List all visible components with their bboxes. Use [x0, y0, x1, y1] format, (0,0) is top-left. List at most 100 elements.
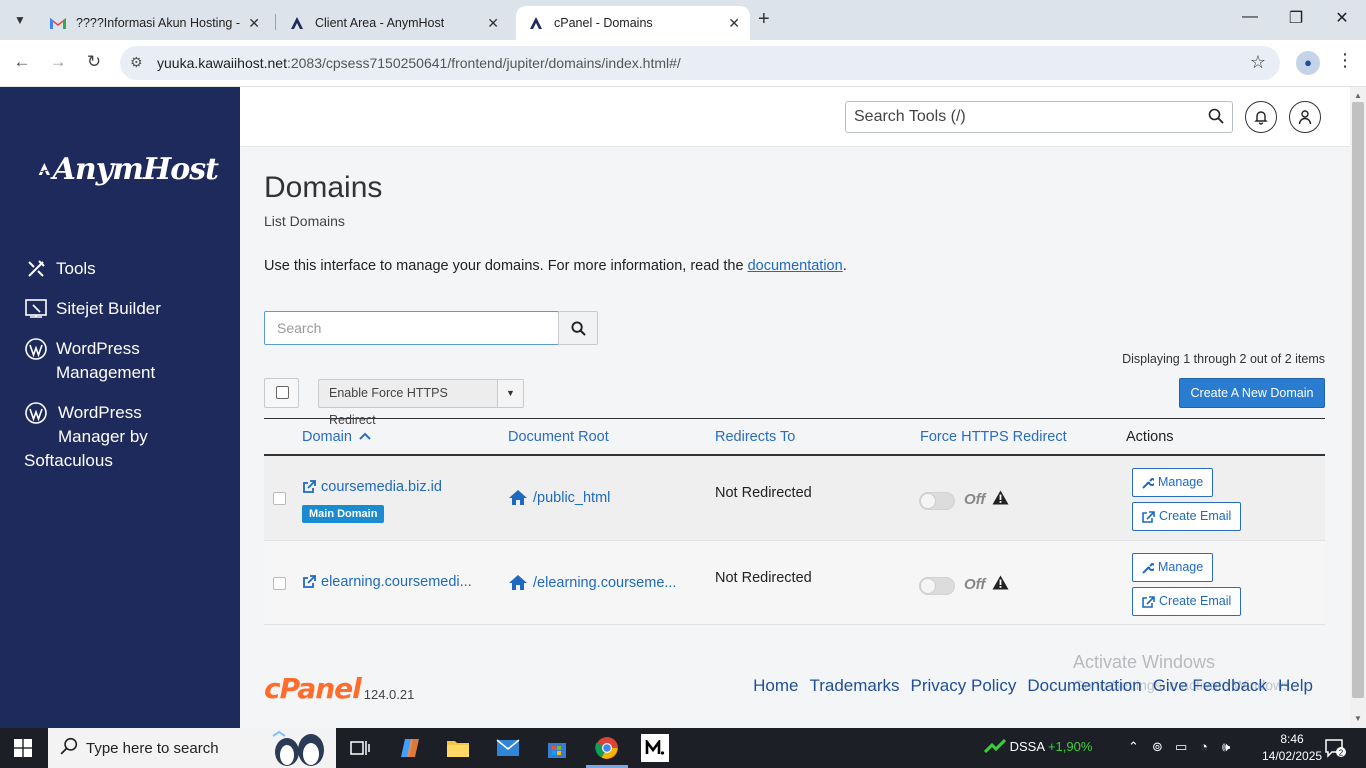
- sidebar-item-label: Sitejet Builder: [56, 299, 161, 318]
- file-explorer-icon[interactable]: [444, 734, 472, 762]
- create-email-button[interactable]: Create Email: [1132, 502, 1242, 531]
- row-checkbox[interactable]: [273, 577, 286, 590]
- bulk-force-https-button[interactable]: Enable Force HTTPS Redirect: [318, 379, 498, 427]
- bookmark-star-icon[interactable]: ☆: [1250, 52, 1266, 73]
- search-icon: [570, 320, 586, 336]
- tab-search-button[interactable]: ▼: [10, 10, 30, 30]
- network-icon[interactable]: ◔: [1200, 739, 1208, 754]
- toggle-state-label: Off: [964, 576, 986, 593]
- document-root-link[interactable]: /public_html: [508, 489, 610, 506]
- back-icon[interactable]: ←: [10, 52, 34, 72]
- column-header-document-root[interactable]: Document Root: [508, 429, 609, 445]
- forward-icon[interactable]: →: [46, 52, 70, 72]
- redirect-value: Not Redirected: [715, 485, 812, 501]
- home-icon: [509, 575, 527, 590]
- create-email-button[interactable]: Create Email: [1132, 587, 1242, 616]
- page-scrollbar[interactable]: ▲ ▼: [1350, 87, 1366, 728]
- meet-now-icon[interactable]: ⊚: [1152, 739, 1163, 755]
- close-tab-icon[interactable]: ✕: [248, 15, 260, 32]
- footer-link-help[interactable]: Help: [1278, 676, 1313, 696]
- notifications-bell-icon[interactable]: [1245, 101, 1277, 133]
- row-checkbox[interactable]: [273, 492, 286, 505]
- close-tab-icon[interactable]: ✕: [487, 15, 499, 32]
- close-tab-icon[interactable]: ✕: [728, 15, 740, 32]
- system-clock[interactable]: 8:46 14/02/2025: [1262, 731, 1322, 765]
- battery-icon[interactable]: ▭: [1175, 739, 1187, 755]
- sidebar-item-label-continuation[interactable]: Softaculous: [24, 449, 113, 473]
- site-info-icon[interactable]: ⚙: [130, 54, 143, 71]
- domain-search-field[interactable]: [264, 311, 559, 345]
- create-domain-button[interactable]: Create A New Domain: [1179, 378, 1325, 408]
- document-root-link[interactable]: /elearning.courseme...: [508, 574, 676, 591]
- sidebar-item-wordpress-management[interactable]: WordPress Management: [24, 337, 155, 385]
- footer-link-documentation[interactable]: Documentation: [1027, 676, 1141, 696]
- manage-button[interactable]: Manage: [1132, 553, 1214, 582]
- sidebar-item-label: WordPress Management: [56, 337, 155, 385]
- scroll-down-icon[interactable]: ▼: [1354, 714, 1362, 723]
- column-header-force-https[interactable]: Force HTTPS Redirect: [920, 429, 1067, 445]
- manage-button[interactable]: Manage: [1132, 468, 1214, 497]
- stock-widget[interactable]: DSSA +1,90%: [983, 738, 1093, 754]
- profile-icon[interactable]: ●: [1296, 51, 1320, 75]
- user-account-icon[interactable]: [1289, 101, 1321, 133]
- url-text[interactable]: yuuka.kawaiihost.net:2083/cpsess71502506…: [157, 55, 681, 71]
- reload-icon[interactable]: ↻: [82, 52, 106, 72]
- sidebar-item-sitejet[interactable]: Sitejet Builder: [24, 297, 161, 321]
- medium-app-icon[interactable]: [641, 734, 669, 762]
- copilot-icon[interactable]: [396, 734, 424, 762]
- anymhost-logo[interactable]: AnymHost: [38, 147, 219, 191]
- tab-cpanel-domains[interactable]: cPanel - Domains ✕: [516, 6, 750, 40]
- search-icon[interactable]: [1208, 108, 1224, 129]
- column-header-redirects-to[interactable]: Redirects To: [715, 429, 795, 445]
- volume-icon[interactable]: 🕪: [1222, 739, 1230, 755]
- footer-link-privacy[interactable]: Privacy Policy: [911, 676, 1017, 696]
- search-tools-input[interactable]: [846, 102, 1186, 132]
- external-link-icon: [1142, 595, 1155, 608]
- domain-link[interactable]: coursemedia.biz.id: [302, 479, 442, 495]
- warning-icon[interactable]: [992, 575, 1009, 595]
- intro-sentence: Use this interface to manage your domain…: [264, 258, 748, 274]
- close-window-icon[interactable]: ✕: [1322, 8, 1362, 28]
- bulk-action-dropdown-toggle[interactable]: ▼: [498, 379, 524, 408]
- footer-links: Home Trademarks Privacy Policy Documenta…: [742, 676, 1313, 696]
- sidebar-item-wordpress-manager[interactable]: WordPress Manager by: [24, 401, 148, 449]
- force-https-toggle[interactable]: [919, 492, 955, 510]
- force-https-toggle[interactable]: [919, 577, 955, 595]
- domain-search-button[interactable]: [558, 311, 598, 345]
- notification-center-icon[interactable]: 2: [1324, 738, 1346, 763]
- browser-menu-icon[interactable]: ⋮: [1336, 50, 1354, 71]
- windows-start-icon[interactable]: [14, 739, 32, 762]
- stock-change: +1,90%: [1047, 739, 1093, 754]
- browser-tab-bar: ▼ ????Informasi Akun Hosting - c ✕ Clien…: [0, 0, 1366, 40]
- select-all-checkbox[interactable]: [264, 378, 299, 408]
- home-icon: [509, 490, 527, 505]
- footer-link-home[interactable]: Home: [753, 676, 798, 696]
- minimize-window-icon[interactable]: —: [1230, 8, 1270, 26]
- column-header-domain[interactable]: Domain: [302, 429, 371, 445]
- penguins-search-highlight-icon: [272, 730, 324, 766]
- new-tab-button[interactable]: +: [758, 8, 770, 31]
- tab-client-area[interactable]: Client Area - AnymHost ✕: [277, 6, 509, 40]
- domain-link[interactable]: elearning.coursemedi...: [302, 574, 472, 590]
- chrome-icon[interactable]: [593, 734, 621, 762]
- mail-icon[interactable]: [494, 734, 522, 762]
- label-line: WordPress: [56, 339, 140, 358]
- sidebar-item-tools[interactable]: Tools: [24, 257, 96, 281]
- documentation-link[interactable]: documentation: [748, 258, 843, 274]
- taskbar-search-box[interactable]: Type here to search: [48, 728, 336, 768]
- scrollbar-thumb[interactable]: [1352, 102, 1364, 698]
- footer-link-feedback[interactable]: Give Feedback: [1153, 676, 1267, 696]
- search-tools-field[interactable]: [845, 101, 1233, 133]
- address-bar[interactable]: ⚙ yuuka.kawaiihost.net:2083/cpsess715025…: [120, 46, 1280, 80]
- restore-window-icon[interactable]: ❐: [1276, 8, 1316, 28]
- sidebar: AnymHost Tools Sitejet Builder WordPress…: [0, 87, 240, 728]
- domain-search-input[interactable]: [265, 312, 545, 344]
- warning-icon[interactable]: [992, 490, 1009, 510]
- scroll-up-icon[interactable]: ▲: [1354, 91, 1362, 100]
- microsoft-store-icon[interactable]: [543, 734, 571, 762]
- main-domain-badge: Main Domain: [302, 505, 385, 523]
- tray-overflow-icon[interactable]: ⌃: [1128, 739, 1139, 755]
- task-view-icon[interactable]: [346, 734, 374, 762]
- footer-link-trademarks[interactable]: Trademarks: [809, 676, 899, 696]
- tab-gmail[interactable]: ????Informasi Akun Hosting - c ✕: [38, 6, 270, 40]
